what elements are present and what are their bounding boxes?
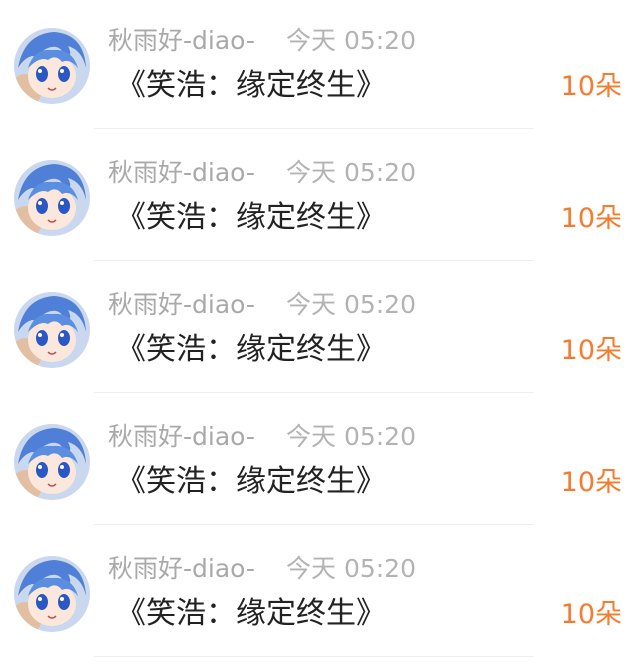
timestamp: 今天 05:20 — [286, 290, 416, 319]
divider — [94, 128, 534, 129]
gift-title: 《笑浩：缘定终生》 — [116, 68, 386, 103]
anime-girl-avatar-icon — [14, 292, 90, 368]
gift-title: 《笑浩：缘定终生》 — [116, 464, 386, 499]
divider — [94, 524, 534, 525]
timestamp: 今天 05:20 — [286, 554, 416, 583]
avatar[interactable] — [14, 28, 90, 104]
divider — [94, 260, 534, 261]
anime-girl-avatar-icon — [14, 424, 90, 500]
username[interactable]: 秋雨好-diao- — [108, 554, 255, 584]
username[interactable]: 秋雨好-diao- — [108, 158, 255, 188]
list-item[interactable]: 秋雨好-diao- 今天 05:20 《笑浩：缘定终生》 10朵 — [0, 528, 640, 660]
anime-girl-avatar-icon — [14, 556, 90, 632]
gift-record-list: 秋雨好-diao- 今天 05:20 《笑浩：缘定终生》 10朵 秋雨好-dia… — [0, 0, 640, 668]
username[interactable]: 秋雨好-diao- — [108, 290, 255, 320]
gift-title: 《笑浩：缘定终生》 — [116, 200, 386, 235]
gift-title: 《笑浩：缘定终生》 — [116, 596, 386, 631]
avatar[interactable] — [14, 424, 90, 500]
username[interactable]: 秋雨好-diao- — [108, 26, 255, 56]
timestamp: 今天 05:20 — [286, 26, 416, 55]
divider — [94, 392, 534, 393]
gift-title: 《笑浩：缘定终生》 — [116, 332, 386, 367]
avatar[interactable] — [14, 292, 90, 368]
anime-girl-avatar-icon — [14, 160, 90, 236]
gift-count: 10朵 — [560, 599, 622, 630]
list-item[interactable]: 秋雨好-diao- 今天 05:20 《笑浩：缘定终生》 10朵 — [0, 0, 640, 132]
list-item[interactable]: 秋雨好-diao- 今天 05:20 《笑浩：缘定终生》 10朵 — [0, 396, 640, 528]
avatar[interactable] — [14, 160, 90, 236]
avatar[interactable] — [14, 556, 90, 632]
gift-count: 10朵 — [560, 71, 622, 102]
timestamp: 今天 05:20 — [286, 422, 416, 451]
divider — [94, 656, 534, 657]
timestamp: 今天 05:20 — [286, 158, 416, 187]
list-item[interactable]: 秋雨好-diao- 今天 05:20 《笑浩：缘定终生》 10朵 — [0, 132, 640, 264]
list-item[interactable]: 秋雨好-diao- 今天 05:20 《笑浩：缘定终生》 10朵 — [0, 264, 640, 396]
gift-count: 10朵 — [560, 203, 622, 234]
gift-count: 10朵 — [560, 467, 622, 498]
gift-count: 10朵 — [560, 335, 622, 366]
anime-girl-avatar-icon — [14, 28, 90, 104]
username[interactable]: 秋雨好-diao- — [108, 422, 255, 452]
